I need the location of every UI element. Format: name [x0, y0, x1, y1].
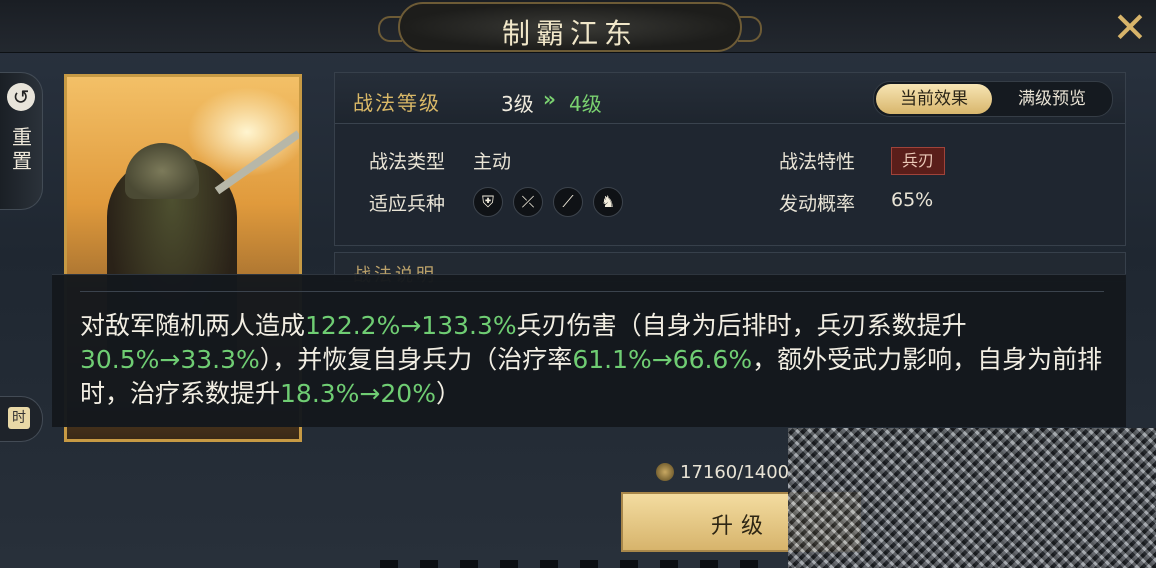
effect-toggle: 当前效果 满级预览 — [873, 81, 1113, 117]
desc-part-3: ），并恢复自身兵力（治疗率 — [259, 345, 573, 374]
side-small-button[interactable]: 时 — [0, 396, 43, 442]
skill-level-header: 战法等级 3级 » 4级 当前效果 满级预览 — [335, 73, 1125, 124]
level-arrow-icon: » — [543, 87, 556, 111]
title-plate: 制霸江东 — [378, 2, 762, 52]
damage-coef-boost: 30.5%→33.3% — [80, 345, 260, 374]
reset-icon: ↺ — [7, 83, 35, 111]
coin-icon — [656, 463, 674, 481]
heal-rate: 61.1%→66.6% — [572, 345, 753, 374]
tab-current-effect[interactable]: 当前效果 — [876, 84, 992, 114]
trigger-chance-value: 65% — [891, 189, 934, 211]
top-bar: 制霸江东 ✕ — [0, 0, 1156, 53]
tab-max-preview[interactable]: 满级预览 — [994, 84, 1110, 114]
reset-button[interactable]: ↺ 重置 — [0, 72, 43, 210]
tooltip-text: 对敌军随机两人造成122.2%→133.3%兵刃伤害（自身为后排时，兵刃系数提升… — [80, 309, 1110, 411]
page-title: 制霸江东 — [501, 17, 638, 50]
spear-icon: ⟋ — [553, 187, 583, 217]
skill-type-label: 战法类型 — [369, 151, 446, 173]
scroll-icon: 时 — [8, 407, 30, 429]
skill-description-tooltip: 对敌军随机两人造成122.2%→133.3%兵刃伤害（自身为后排时，兵刃系数提升… — [52, 274, 1126, 427]
desc-part-1: 对敌军随机两人造成 — [80, 311, 306, 340]
trigger-chance-label: 发动概率 — [779, 193, 856, 215]
bow-icon: ⤫ — [513, 187, 543, 217]
damage-rate: 122.2%→133.3% — [305, 311, 517, 340]
shield-icon: ⛨ — [473, 187, 503, 217]
obscured-region — [788, 428, 1156, 568]
desc-part-2: 兵刃伤害（自身为后排时，兵刃系数提升 — [516, 311, 967, 340]
heal-coef-boost: 18.3%→20% — [280, 379, 436, 408]
close-icon[interactable]: ✕ — [1108, 7, 1152, 49]
horse-icon: ♞ — [593, 187, 623, 217]
reset-label: 重置 — [12, 125, 32, 173]
tooltip-divider — [80, 291, 1104, 292]
skill-trait-label: 战法特性 — [779, 151, 856, 173]
skill-level-next: 4级 — [569, 92, 602, 116]
bottom-partial-text — [380, 560, 780, 568]
skill-type-value: 主动 — [473, 151, 512, 173]
upgrade-cost: 17160/14000 — [680, 462, 801, 483]
troop-type-label: 适应兵种 — [369, 193, 446, 215]
skill-level-label: 战法等级 — [353, 91, 441, 115]
desc-part-5: ） — [435, 379, 461, 408]
trait-badge: 兵刃 — [891, 147, 945, 175]
skill-level-current: 3级 — [501, 92, 534, 116]
skill-info-panel: 战法等级 3级 » 4级 当前效果 满级预览 战法类型 主动 战法特性 兵刃 适… — [334, 72, 1126, 246]
